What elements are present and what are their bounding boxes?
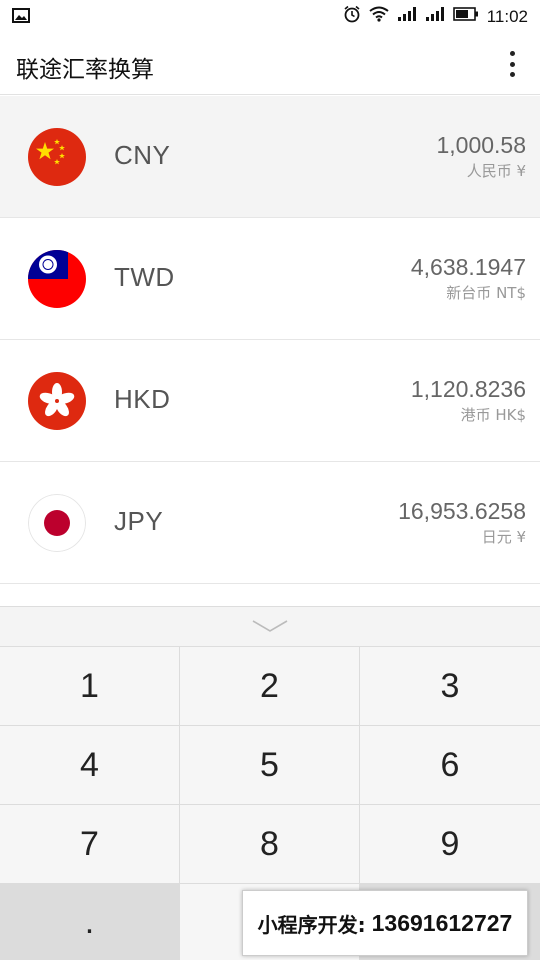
app-bar: 联途汇率换算 [0,32,540,95]
currency-amount: 1,120.8236 [410,376,526,402]
currency-list: CNY 1,000.58 人民币 ¥ TWD 4,638.1947 新台币 NT… [0,96,540,606]
currency-row-twd[interactable]: TWD 4,638.1947 新台币 NT$ [0,218,540,340]
app-title: 联途汇率换算 [16,57,154,83]
signal-icon [397,6,417,27]
currency-name: 港币 HK$ [460,406,526,424]
key-2[interactable]: 2 [180,647,360,726]
key-9[interactable]: 9 [360,805,540,884]
currency-row-jpy[interactable]: JPY 16,953.6258 日元 ¥ [0,462,540,584]
china-flag-icon [28,128,86,186]
key-8[interactable]: 8 [180,805,360,884]
currency-amount: 1,000.58 [436,132,526,158]
currency-amount: 16,953.6258 [398,498,526,524]
chevron-down-icon [252,620,288,632]
key-5[interactable]: 5 [180,726,360,805]
currency-code: TWD [114,262,175,292]
currency-code: JPY [114,506,164,536]
key-7[interactable]: 7 [0,805,180,884]
developer-contact-banner: 小程序开发: 13691612727 [242,890,528,956]
currency-row-cny[interactable]: CNY 1,000.58 人民币 ¥ [0,96,540,218]
status-bar: 11:02 [0,0,540,32]
currency-amount: 4,638.1947 [410,254,526,280]
watermark-label: 小程序开发: [257,912,366,937]
currency-name: 日元 ¥ [481,528,526,546]
signal-icon [425,6,445,27]
wifi-icon [369,6,389,27]
currency-name: 新台币 NT$ [446,284,526,302]
taiwan-flag-icon [28,250,86,308]
key-6[interactable]: 6 [360,726,540,805]
key-4[interactable]: 4 [0,726,180,805]
watermark-phone: 13691612727 [371,909,513,936]
key-1[interactable]: 1 [0,647,180,726]
currency-code: HKD [114,384,171,414]
battery-icon [452,7,479,26]
alarm-icon [343,5,361,28]
currency-name: 人民币 ¥ [466,162,526,180]
key-3[interactable]: 3 [360,647,540,726]
currency-row-hkd[interactable]: HKD 1,120.8236 港币 HK$ [0,340,540,462]
key-decimal[interactable]: . [0,884,180,960]
status-time: 11:02 [486,6,528,26]
currency-code: CNY [114,140,171,170]
image-notification-icon [12,8,30,28]
more-vertical-icon[interactable] [502,48,522,80]
japan-flag-icon [28,494,86,552]
hong-kong-flag-icon [28,372,86,430]
keypad-collapse-button[interactable] [0,607,540,647]
